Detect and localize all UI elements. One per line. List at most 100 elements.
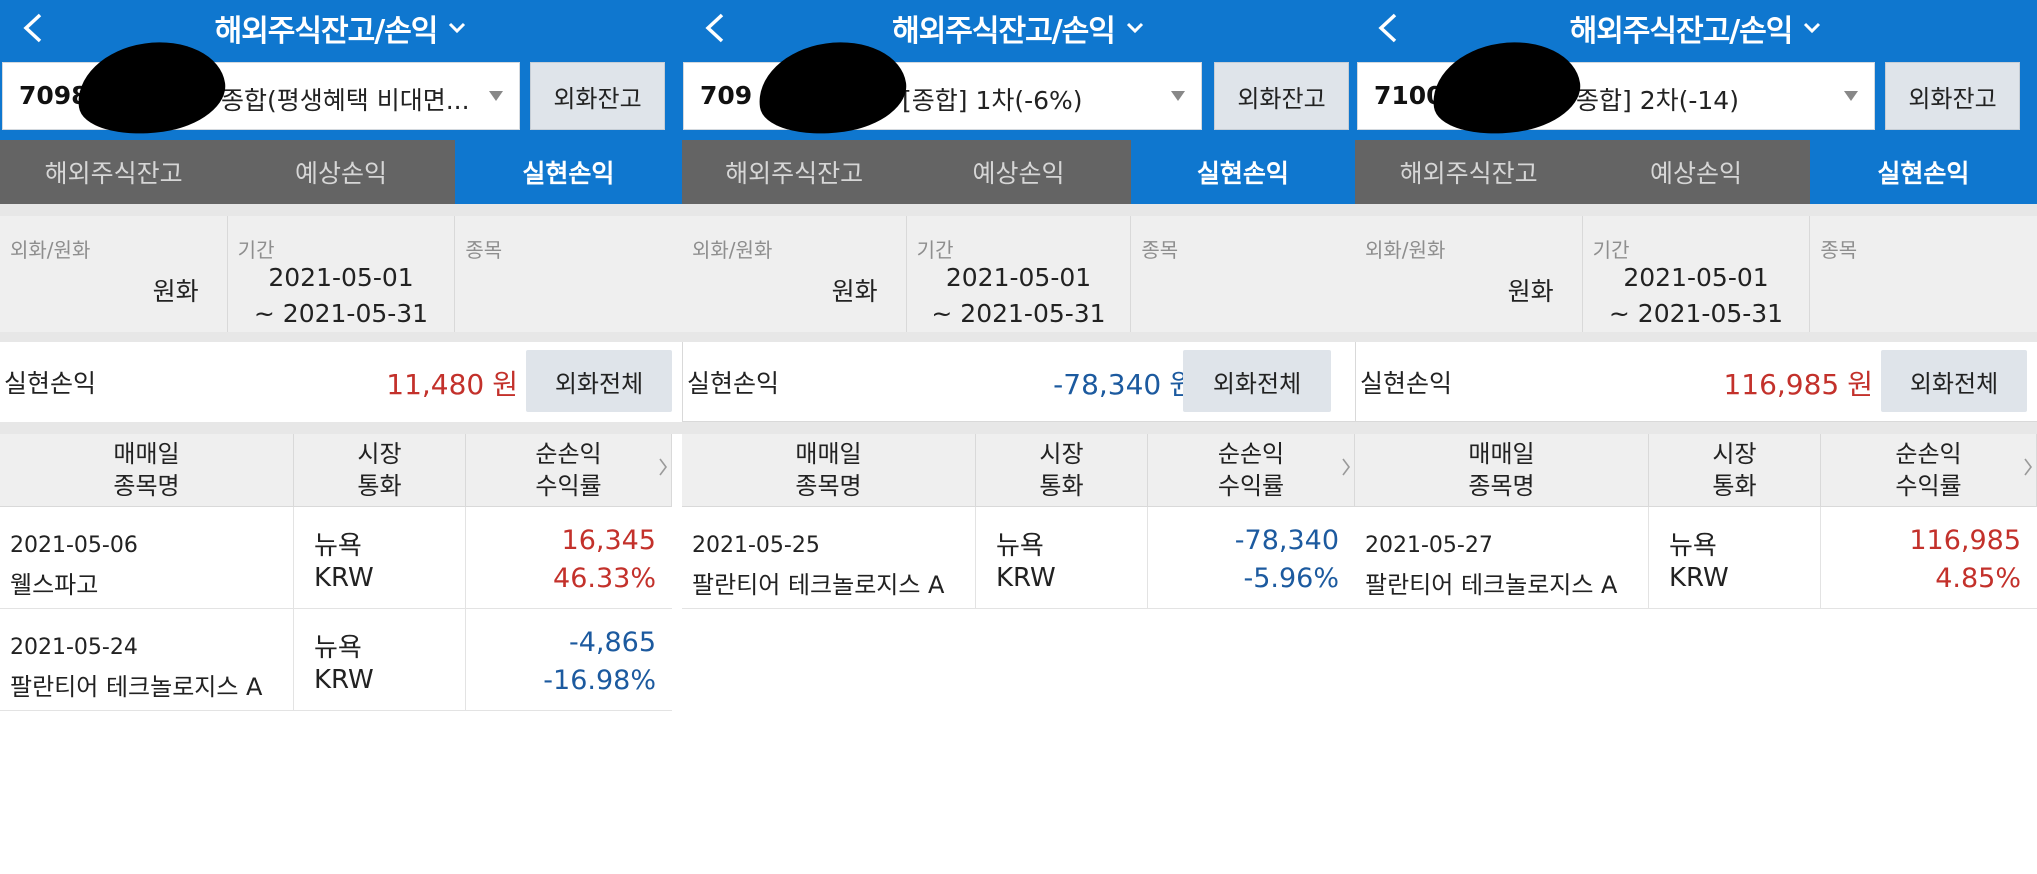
stock-filter-label: 종목 xyxy=(1820,238,1858,262)
app-panel: 해외주식잔고/손익 7100 종합] 2차(-14) 외화잔고 해외주식잔고 예… xyxy=(1355,0,2037,874)
triangle-down-icon xyxy=(1171,91,1185,101)
divider xyxy=(1355,204,2037,216)
fx-balance-button[interactable]: 외화잔고 xyxy=(530,62,665,130)
header-trade-date: 매매일 xyxy=(795,440,862,468)
header-net-pl: 순손익 xyxy=(535,440,602,468)
table-row[interactable]: 2021-05-27 팔란티어 테크놀로지스 A 뉴욕 KRW 116,985 … xyxy=(1355,507,2037,609)
trade-table: 매매일 종목명 시장 통화 순손익 수익률 2021-05-06 웰스파고 뉴욕… xyxy=(0,434,672,711)
cell-date-name: 2021-05-27 팔란티어 테크놀로지스 A xyxy=(1355,507,1649,608)
fx-balance-button[interactable]: 외화잔고 xyxy=(1885,62,2020,130)
header-currency: 통화 xyxy=(357,472,402,500)
fx-all-button[interactable]: 외화전체 xyxy=(526,350,672,412)
period-filter[interactable]: 기간 2021-05-01 ~ 2021-05-31 xyxy=(907,216,1132,332)
period-filter[interactable]: 기간 2021-05-01 ~ 2021-05-31 xyxy=(228,216,456,332)
table-body: 2021-05-27 팔란티어 테크놀로지스 A 뉴욕 KRW 116,985 … xyxy=(1355,507,2037,609)
tab-expected-pl[interactable]: 예상손익 xyxy=(1582,140,1810,204)
tab-overseas-balance[interactable]: 해외주식잔고 xyxy=(682,140,907,204)
trade-date: 2021-05-06 xyxy=(10,533,138,558)
tab-bar: 해외주식잔고 예상손익 실현손익 xyxy=(682,140,1355,204)
currency-filter[interactable]: 외화/원화 원화 xyxy=(682,216,907,332)
cell-pl-yield: -78,340 -5.96% xyxy=(1148,507,1355,608)
table-body: 2021-05-06 웰스파고 뉴욕 KRW 16,345 46.33% 202… xyxy=(0,507,672,711)
tab-expected-pl[interactable]: 예상손익 xyxy=(906,140,1131,204)
period-filter-value: 2021-05-01 ~ 2021-05-31 xyxy=(1583,260,1810,332)
column-header-pl-yield: 순손익 수익률 xyxy=(1148,434,1355,506)
stock-filter[interactable]: 종목 xyxy=(1131,216,1355,332)
account-select[interactable]: 7098 종합(평생혜택 비대면... xyxy=(2,33,520,143)
table-header: 매매일 종목명 시장 통화 순손익 수익률 xyxy=(0,434,672,507)
account-row: 7098 종합(평생혜택 비대면... 외화잔고 xyxy=(0,33,682,143)
chevron-down-icon xyxy=(1126,22,1143,34)
yield-rate: 46.33% xyxy=(553,563,656,594)
table-row[interactable]: 2021-05-06 웰스파고 뉴욕 KRW 16,345 46.33% xyxy=(0,507,672,609)
market: 뉴욕 xyxy=(1669,531,1717,561)
currency-filter[interactable]: 외화/원화 원화 xyxy=(0,216,228,332)
currency-filter[interactable]: 외화/원화 원화 xyxy=(1355,216,1583,332)
summary-value: 116,985 원 xyxy=(1723,363,1873,403)
stock-filter[interactable]: 종목 xyxy=(455,216,682,332)
table-row[interactable]: 2021-05-25 팔란티어 테크놀로지스 A 뉴욕 KRW -78,340 … xyxy=(682,507,1355,609)
app-panel: 해외주식잔고/손익 7098 종합(평생혜택 비대면... 외화잔고 해외주식잔… xyxy=(0,0,682,874)
fx-all-button[interactable]: 외화전체 xyxy=(1881,350,2027,412)
table-body: 2021-05-25 팔란티어 테크놀로지스 A 뉴욕 KRW -78,340 … xyxy=(682,507,1355,609)
currency-filter-value: 원화 xyxy=(1507,277,1554,306)
divider xyxy=(1355,332,2037,342)
currency: KRW xyxy=(314,563,374,593)
cell-market-currency: 뉴욕 KRW xyxy=(976,507,1148,608)
page-title-toggle[interactable]: 해외주식잔고/손익 xyxy=(0,6,682,50)
tab-expected-pl[interactable]: 예상손익 xyxy=(227,140,455,204)
account-row: 7100 종합] 2차(-14) 외화잔고 xyxy=(1355,33,2037,143)
header-net-pl: 순손익 xyxy=(1895,440,1962,468)
divider xyxy=(1355,422,2037,434)
period-filter[interactable]: 기간 2021-05-01 ~ 2021-05-31 xyxy=(1583,216,1811,332)
header: 해외주식잔고/손익 xyxy=(0,0,682,56)
trade-table: 매매일 종목명 시장 통화 순손익 수익률 2021-05-25 팔란티어 테크… xyxy=(682,434,1355,609)
fx-balance-button[interactable]: 외화잔고 xyxy=(1214,62,1349,130)
period-end: ~ 2021-05-31 xyxy=(1608,299,1784,328)
page-title-toggle[interactable]: 해외주식잔고/손익 xyxy=(1355,6,2037,50)
page-title-toggle[interactable]: 해외주식잔고/손익 xyxy=(682,6,1355,50)
account-select[interactable]: 7100 종합] 2차(-14) xyxy=(1357,33,1875,143)
tab-realized-pl[interactable]: 실현손익 xyxy=(454,140,682,204)
account-select[interactable]: 709 [종합] 1차(-6%) xyxy=(683,33,1202,143)
tab-overseas-balance[interactable]: 해외주식잔고 xyxy=(1355,140,1583,204)
chevron-right-icon[interactable] xyxy=(1341,456,1351,478)
net-pl: 116,985 xyxy=(1909,525,2021,556)
period-filter-value: 2021-05-01 ~ 2021-05-31 xyxy=(907,260,1131,332)
tab-realized-pl[interactable]: 실현손익 xyxy=(1809,140,2037,204)
summary-value: -78,340원 xyxy=(1053,363,1195,403)
summary-unit: 원 xyxy=(1847,368,1873,401)
trade-date: 2021-05-24 xyxy=(10,635,138,660)
column-header-pl-yield: 순손익 수익률 xyxy=(1821,434,2037,506)
tab-realized-pl[interactable]: 실현손익 xyxy=(1130,140,1355,204)
currency: KRW xyxy=(314,665,374,695)
triangle-down-icon xyxy=(1844,91,1858,101)
header-stock-name: 종목명 xyxy=(113,472,180,500)
cell-market-currency: 뉴욕 KRW xyxy=(294,609,466,710)
currency: KRW xyxy=(1669,563,1729,593)
summary-label: 실현손익 xyxy=(1360,369,1453,398)
chevron-right-icon[interactable] xyxy=(2023,456,2033,478)
stock-filter[interactable]: 종목 xyxy=(1810,216,2037,332)
table-row[interactable]: 2021-05-24 팔란티어 테크놀로지스 A 뉴욕 KRW -4,865 -… xyxy=(0,609,672,711)
header-currency: 통화 xyxy=(1039,472,1084,500)
period-end: ~ 2021-05-31 xyxy=(931,299,1106,328)
net-pl: -78,340 xyxy=(1234,525,1339,556)
period-filter-label: 기간 xyxy=(916,238,954,262)
cell-date-name: 2021-05-06 웰스파고 xyxy=(0,507,294,608)
page-title: 해외주식잔고/손익 xyxy=(214,14,439,49)
chevron-right-icon[interactable] xyxy=(658,456,668,478)
tab-overseas-balance[interactable]: 해외주식잔고 xyxy=(0,140,228,204)
period-start: 2021-05-01 xyxy=(1623,263,1769,292)
header-yield: 수익률 xyxy=(1895,472,1962,500)
period-end: ~ 2021-05-31 xyxy=(253,299,429,328)
header-net-pl: 순손익 xyxy=(1217,440,1285,468)
summary-amount: -78,340 xyxy=(1053,368,1162,401)
stock-name: 팔란티어 테크놀로지스 A xyxy=(1365,571,1618,599)
header-yield: 수익률 xyxy=(535,472,602,500)
triangle-down-icon xyxy=(489,91,503,101)
net-pl: 16,345 xyxy=(561,525,656,556)
fx-all-button[interactable]: 외화전체 xyxy=(1183,350,1331,412)
divider xyxy=(682,422,1355,434)
header-yield: 수익률 xyxy=(1217,472,1285,500)
